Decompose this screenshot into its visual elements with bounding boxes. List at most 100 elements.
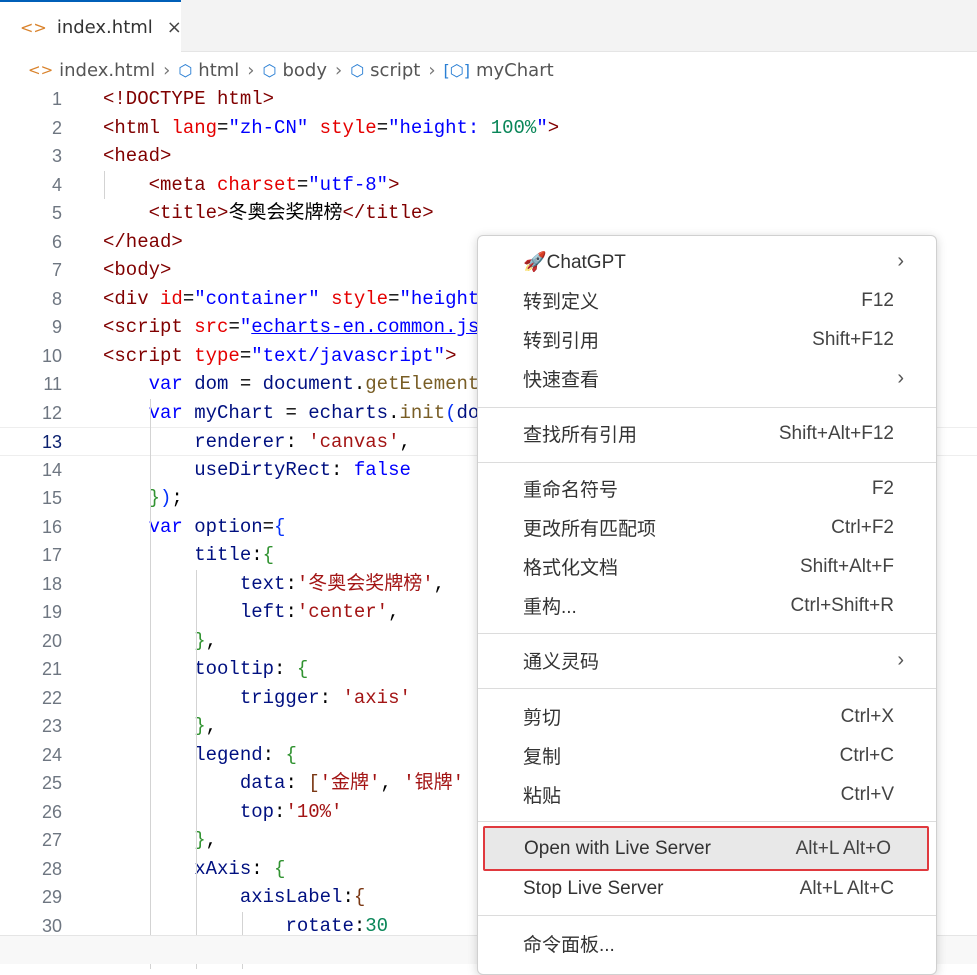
breadcrumb-item[interactable]: index.html <box>59 60 155 81</box>
code-token: html <box>217 88 263 110</box>
code-text: }, <box>103 712 217 741</box>
menu-item-label: Stop Live Server <box>523 877 664 899</box>
code-token: title <box>194 544 252 566</box>
code-token: " <box>536 116 548 139</box>
chevron-right-icon: › <box>897 649 904 671</box>
menu-item[interactable]: Open with Live Server Alt+L Alt+O <box>483 826 929 871</box>
menu-item-shortcut: Shift+Alt+F <box>800 555 894 577</box>
menu-item[interactable]: 重构... Ctrl+Shift+R <box>484 586 930 625</box>
line-number: 20 <box>41 630 62 651</box>
code-token: do <box>456 401 480 424</box>
menu-item-label: 转到引用 <box>523 331 600 352</box>
code-token: </title> <box>342 202 434 224</box>
code-token: = <box>217 116 229 139</box>
menu-item[interactable]: 复制 Ctrl+C <box>484 736 930 775</box>
code-token: : <box>285 431 309 453</box>
menu-item[interactable]: 查找所有引用 Shift+Alt+F12 <box>484 414 930 453</box>
code-text: text:'冬奥会奖牌榜', <box>103 570 445 599</box>
menu-item-label: 重命名符号 <box>523 480 619 501</box>
chevron-right-icon: › <box>897 250 904 272</box>
code-token: "height <box>399 287 480 310</box>
breadcrumb-item[interactable]: myChart <box>476 60 554 81</box>
menu-item[interactable]: Stop Live Server Alt+L Alt+C <box>484 869 930 908</box>
menu-item[interactable]: 转到定义 F12 <box>484 281 930 320</box>
breadcrumb-item[interactable]: script <box>370 60 420 81</box>
line-number: 24 <box>41 744 62 765</box>
code-token: src <box>194 316 229 338</box>
code-token: , <box>205 829 218 851</box>
line-number: 25 <box>41 773 62 793</box>
menu-item-shortcut: F2 <box>871 477 894 499</box>
code-line[interactable]: 1 <!DOCTYPE html> <box>0 85 977 114</box>
menu-item[interactable]: 🚀ChatGPT › <box>484 242 930 281</box>
code-token: "container" <box>194 287 320 310</box>
code-token: { <box>296 658 309 680</box>
code-text: <script type="text/javascript"> <box>103 342 456 371</box>
menu-item[interactable]: 命令面板... <box>484 924 930 963</box>
code-token: useDirtyRect <box>194 458 332 481</box>
menu-item-shortcut: Ctrl+F2 <box>831 516 894 538</box>
code-token: = <box>239 344 252 367</box>
menu-item[interactable]: 通义灵码 › <box>484 641 930 680</box>
line-number: 6 <box>51 231 62 252</box>
code-token: . <box>353 373 366 395</box>
menu-item[interactable]: 格式化文档 Shift+Alt+F <box>484 547 930 586</box>
breadcrumb-item[interactable]: html <box>198 60 239 81</box>
menu-item-label: 复制 <box>523 747 562 768</box>
menu-separator <box>478 915 936 916</box>
indent-guide <box>196 569 197 969</box>
menu-item[interactable]: 更改所有匹配项 Ctrl+F2 <box>484 508 930 547</box>
menu-item[interactable]: 剪切 Ctrl+X <box>484 697 930 736</box>
menu-item-label: 重构... <box>523 597 577 618</box>
code-token: getElement <box>365 373 480 395</box>
menu-item-label: 剪切 <box>523 708 562 729</box>
indent-guide <box>150 427 151 513</box>
code-text: axisLabel:{ <box>103 883 365 912</box>
breadcrumb-item[interactable]: body <box>282 60 327 81</box>
code-token: option <box>194 515 263 538</box>
code-token: , <box>388 601 400 623</box>
breadcrumb: <> index.html › ⬡ html › ⬡ body › ⬡ scri… <box>0 52 977 88</box>
line-number: 2 <box>51 117 62 138</box>
menu-item[interactable]: 粘贴 Ctrl+V <box>484 775 930 814</box>
code-token: 30 <box>365 914 389 937</box>
line-number: 18 <box>41 573 62 594</box>
code-token: echarts <box>308 401 389 424</box>
line-number: 9 <box>51 317 62 337</box>
menu-item-label: 命令面板... <box>523 935 615 956</box>
menu-item-shortcut: F12 <box>861 289 894 311</box>
code-text: xAxis: { <box>103 855 285 884</box>
code-text: <title>冬奥会奖牌榜</title> <box>103 199 434 228</box>
code-line[interactable]: 5 <title>冬奥会奖牌榜</title> <box>0 199 977 228</box>
code-line[interactable]: 4 <meta charset="utf-8"> <box>0 171 977 200</box>
code-token: tooltip <box>194 658 275 680</box>
tab-index-html[interactable]: <> index.html × <box>0 0 182 53</box>
code-token: . <box>388 401 400 424</box>
menu-item[interactable]: 重命名符号 F2 <box>484 469 930 508</box>
code-token: = <box>262 515 275 538</box>
line-number: 28 <box>41 858 62 879</box>
menu-item-label: 通义灵码 <box>523 652 600 673</box>
code-token: = <box>296 173 309 196</box>
code-text: var option={ <box>103 513 286 542</box>
line-number: 15 <box>41 488 62 508</box>
code-line[interactable]: 3 <head> <box>0 142 977 171</box>
code-token: = <box>228 316 240 338</box>
code-line[interactable]: 2 <html lang="zh-CN" style="height: 100%"… <box>0 114 977 143</box>
line-number: 23 <box>41 716 62 736</box>
code-token: 'axis' <box>342 686 411 709</box>
code-token: { <box>262 544 275 566</box>
menu-item-label: 粘贴 <box>523 786 562 807</box>
close-tab-icon[interactable]: × <box>167 17 182 38</box>
code-token: "zh-CN" <box>228 116 309 139</box>
code-token: { <box>285 743 297 766</box>
menu-item[interactable]: 转到引用 Shift+F12 <box>484 320 930 359</box>
menu-item[interactable]: 快速查看 › <box>484 359 930 398</box>
code-token: 'center' <box>296 601 389 623</box>
code-token: > <box>262 88 275 110</box>
cube-icon: ⬡ <box>262 60 277 80</box>
